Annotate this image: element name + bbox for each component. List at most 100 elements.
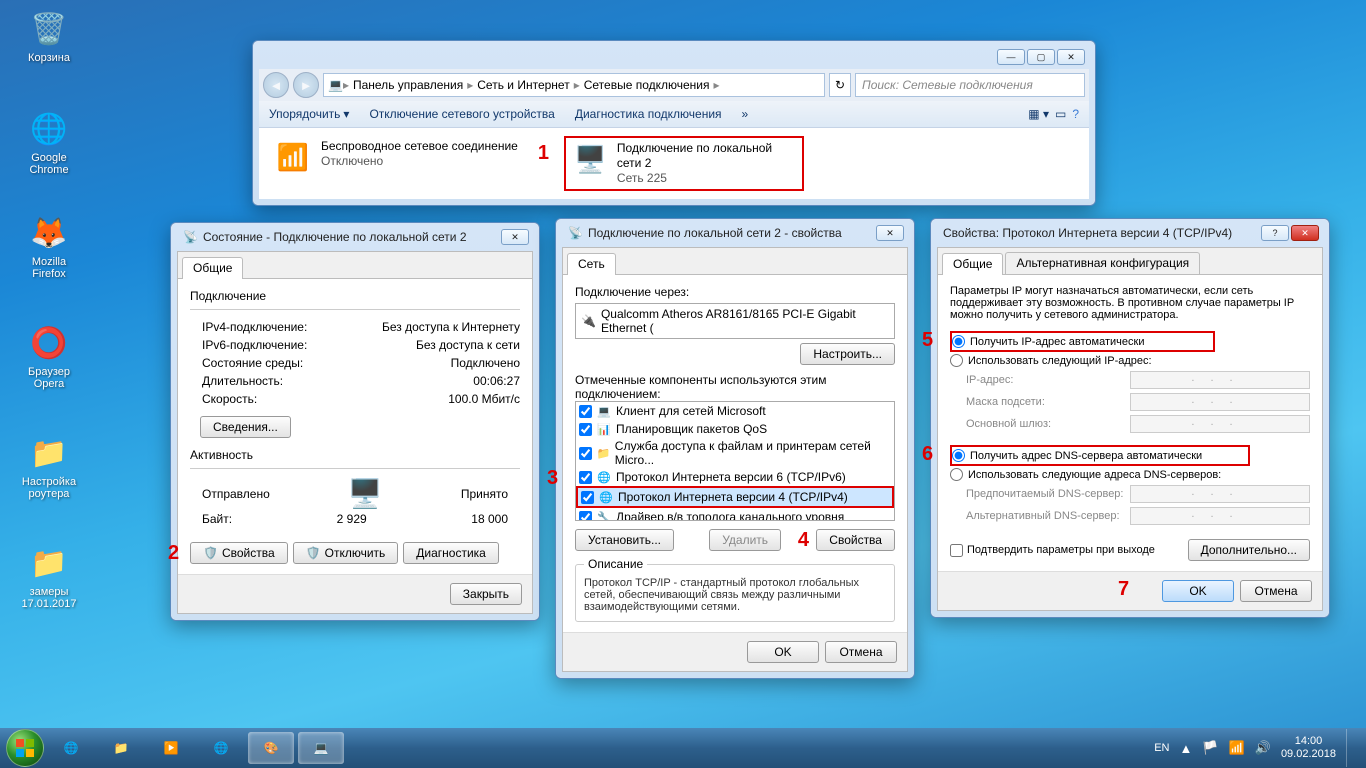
volume-icon[interactable]: 🔊 — [1255, 740, 1271, 756]
flag-icon[interactable]: 🏳️ — [1202, 740, 1218, 756]
network-tray-icon[interactable]: 📶 — [1229, 740, 1245, 756]
nav-forward-button[interactable]: ► — [293, 72, 319, 98]
desktop-icon-zamery[interactable]: 📁замеры 17.01.2017 — [14, 542, 84, 610]
search-input[interactable]: Поиск: Сетевые подключения — [855, 73, 1085, 97]
taskbar-control-panel[interactable]: 💻 — [298, 732, 344, 764]
component-checkbox[interactable] — [579, 471, 592, 484]
validate-label: Подтвердить параметры при выходе — [967, 544, 1155, 556]
tab-general[interactable]: Общие — [942, 253, 1003, 275]
taskbar-explorer[interactable]: 📁 — [98, 732, 144, 764]
close-button[interactable]: ✕ — [876, 225, 904, 241]
component-checkbox[interactable] — [579, 447, 592, 460]
tab-alternate[interactable]: Альтернативная конфигурация — [1005, 252, 1200, 274]
address-bar[interactable]: 💻 ▸ Панель управления▸ Сеть и Интернет▸ … — [323, 73, 825, 97]
radio-manual-dns-row[interactable]: Использовать следующие адреса DNS-сервер… — [950, 466, 1310, 483]
component-item[interactable]: 💻Клиент для сетей Microsoft — [576, 402, 894, 420]
breadcrumb-item[interactable]: Сеть и Интернет — [473, 76, 573, 94]
show-desktop-button[interactable] — [1346, 729, 1354, 767]
connection-wireless[interactable]: 📶 Беспроводное сетевое соединение Отключ… — [267, 136, 524, 191]
diagnose-button[interactable]: Диагностика — [403, 542, 499, 564]
language-indicator[interactable]: EN — [1154, 742, 1169, 754]
component-checkbox[interactable] — [579, 511, 592, 522]
adapter-field: 🔌Qualcomm Atheros AR8161/8165 PCI-E Giga… — [575, 303, 895, 339]
breadcrumb-item[interactable]: Сетевые подключения — [580, 76, 714, 94]
radio-auto-ip-row[interactable]: Получить IP-адрес автоматически — [950, 331, 1215, 352]
adapter-name: Qualcomm Atheros AR8161/8165 PCI-E Gigab… — [601, 307, 889, 335]
configure-button[interactable]: Настроить... — [800, 343, 895, 365]
connection-lan2[interactable]: 🖥️ Подключение по локальной сети 2 Сеть … — [564, 136, 804, 191]
radio-manual-dns[interactable] — [950, 468, 963, 481]
component-item[interactable]: 🌐Протокол Интернета версии 6 (TCP/IPv6) — [576, 468, 894, 486]
desktop-icon-opera[interactable]: ⭕Браузер Opera — [14, 322, 84, 390]
radio-auto-dns-row[interactable]: Получить адрес DNS-сервера автоматически — [950, 445, 1250, 466]
ip-input: ... — [1130, 371, 1310, 389]
component-item[interactable]: 📁Служба доступа к файлам и принтерам сет… — [576, 438, 894, 468]
component-item[interactable]: 🔧Драйвер в/в тополога канального уровня — [576, 508, 894, 521]
status-dialog: 📡Состояние - Подключение по локальной се… — [170, 222, 540, 621]
desktop-icon-firefox[interactable]: 🦊Mozilla Firefox — [14, 212, 84, 280]
help-button[interactable]: ? — [1261, 225, 1289, 241]
close-button[interactable]: ✕ — [501, 229, 529, 245]
desktop-label: Корзина — [14, 52, 84, 64]
radio-auto-dns[interactable] — [952, 449, 965, 462]
validate-checkbox[interactable] — [950, 544, 963, 557]
radio-manual-ip-row[interactable]: Использовать следующий IP-адрес: — [950, 352, 1310, 369]
tab-network[interactable]: Сеть — [567, 253, 616, 275]
annotation-7: 7 — [1118, 578, 1129, 601]
label-ipv4: IPv4-подключение: — [202, 320, 307, 334]
nav-back-button[interactable]: ◄ — [263, 72, 289, 98]
desktop-icon-chrome[interactable]: 🌐Google Chrome — [14, 108, 84, 176]
taskbar-paint[interactable]: 🎨 — [248, 732, 294, 764]
advanced-button[interactable]: Дополнительно... — [1188, 539, 1310, 561]
disable-button[interactable]: 🛡️Отключить — [293, 542, 399, 564]
protocol-icon: 🌐 — [598, 489, 614, 505]
close-dialog-button[interactable]: Закрыть — [450, 583, 522, 605]
client-icon: 💻 — [596, 403, 612, 419]
close-button[interactable]: ✕ — [1291, 225, 1319, 241]
tray-up-icon[interactable]: ▲ — [1180, 741, 1193, 756]
cancel-button[interactable]: Отмена — [825, 641, 897, 663]
install-button[interactable]: Установить... — [575, 529, 674, 551]
component-checkbox[interactable] — [579, 405, 592, 418]
toolbar-more[interactable]: » — [742, 107, 749, 121]
refresh-button[interactable]: ↻ — [829, 73, 851, 97]
minimize-button[interactable]: — — [997, 49, 1025, 65]
toolbar-disable-device[interactable]: Отключение сетевого устройства — [369, 107, 554, 121]
radio-auto-ip[interactable] — [952, 335, 965, 348]
components-list[interactable]: 💻Клиент для сетей Microsoft 📊Планировщик… — [575, 401, 895, 521]
taskbar-media[interactable]: ▶️ — [148, 732, 194, 764]
details-button[interactable]: Сведения... — [200, 416, 291, 438]
component-checkbox[interactable] — [579, 423, 592, 436]
properties-button[interactable]: 🛡️Свойства — [190, 542, 288, 564]
value-duration: 00:06:27 — [473, 374, 520, 388]
cancel-button[interactable]: Отмена — [1240, 580, 1312, 602]
toolbar-diagnose[interactable]: Диагностика подключения — [575, 107, 722, 121]
ok-button[interactable]: OK — [747, 641, 819, 663]
breadcrumb-item[interactable]: Панель управления — [349, 76, 467, 94]
remove-button[interactable]: Удалить — [709, 529, 781, 551]
radio-manual-ip[interactable] — [950, 354, 963, 367]
taskbar-ie[interactable]: 🌐 — [48, 732, 94, 764]
component-item[interactable]: 📊Планировщик пакетов QoS — [576, 420, 894, 438]
help-button[interactable]: ? — [1072, 107, 1079, 121]
connection-name: Подключение по локальной сети 2 — [617, 141, 796, 171]
annotation-2: 2 — [168, 542, 179, 565]
view-button[interactable]: ▦ ▾ — [1028, 107, 1049, 121]
close-button[interactable]: ✕ — [1057, 49, 1085, 65]
clock[interactable]: 14:00 09.02.2018 — [1281, 735, 1336, 760]
component-checkbox[interactable] — [581, 491, 594, 504]
desktop-icon-recycle-bin[interactable]: 🗑️Корзина — [14, 8, 84, 64]
component-item-ipv4[interactable]: 🌐Протокол Интернета версии 4 (TCP/IPv4) — [576, 486, 894, 508]
preview-pane-button[interactable]: ▭ — [1055, 107, 1066, 121]
start-button[interactable] — [6, 729, 44, 767]
ok-button[interactable]: OK — [1162, 580, 1234, 602]
maximize-button[interactable]: ▢ — [1027, 49, 1055, 65]
validate-checkbox-row[interactable]: Подтвердить параметры при выходе — [950, 544, 1155, 557]
desktop-icon-router-setup[interactable]: 📁Настройка роутера — [14, 432, 84, 500]
taskbar-chrome[interactable]: 🌐 — [198, 732, 244, 764]
toolbar-organize[interactable]: Упорядочить ▾ — [269, 107, 349, 121]
tab-general[interactable]: Общие — [182, 257, 243, 279]
ethernet-icon: 🖥️ — [572, 141, 609, 177]
connection-status: Отключено — [321, 154, 518, 169]
component-properties-button[interactable]: Свойства — [816, 529, 895, 551]
